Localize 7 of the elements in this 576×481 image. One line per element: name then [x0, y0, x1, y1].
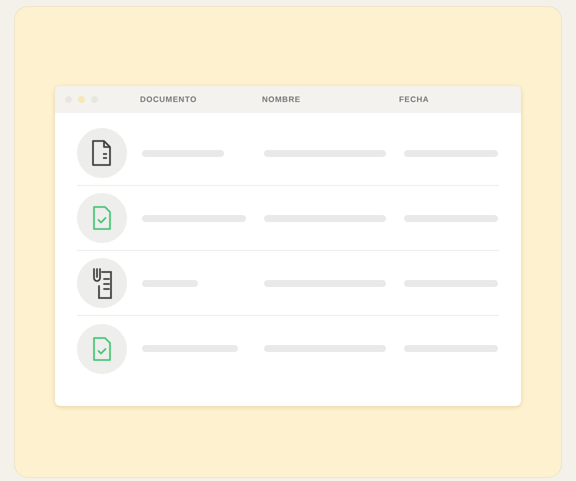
document-icon — [91, 139, 113, 167]
column-header: FECHA — [399, 94, 430, 106]
document-check-icon — [92, 336, 112, 362]
paperclip-document-icon — [90, 266, 114, 300]
document-check-icon — [92, 205, 112, 231]
column-header: DOCUMENTO — [140, 94, 198, 106]
column-header: NOMBRE — [262, 94, 302, 106]
